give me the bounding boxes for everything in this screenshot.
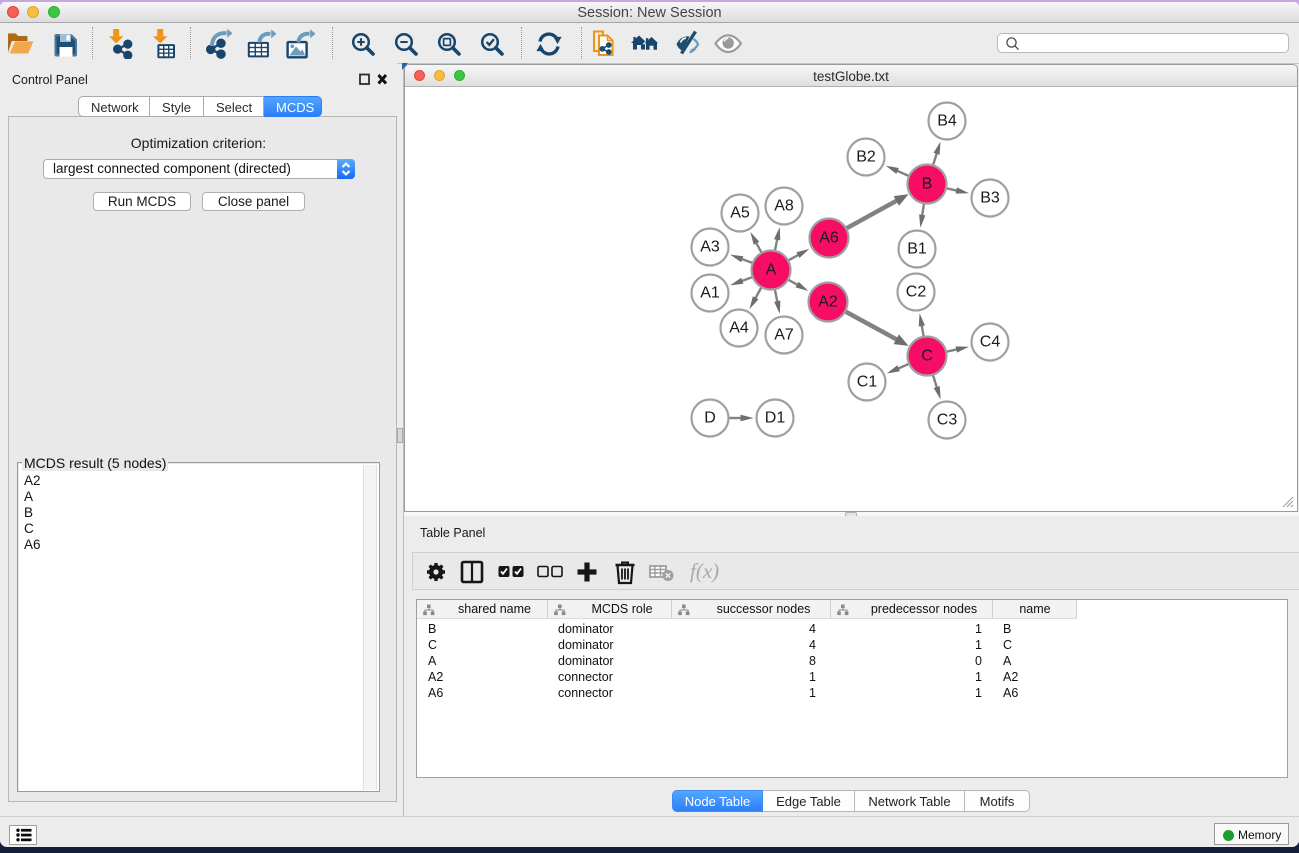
svg-text:A7: A7 bbox=[774, 327, 794, 344]
svg-text:D1: D1 bbox=[765, 410, 786, 427]
svg-text:C3: C3 bbox=[937, 412, 958, 429]
svg-text:A8: A8 bbox=[774, 198, 794, 215]
svg-text:C4: C4 bbox=[980, 334, 1001, 351]
svg-text:A1: A1 bbox=[700, 285, 720, 302]
svg-text:B: B bbox=[922, 176, 933, 193]
svg-text:D: D bbox=[704, 410, 716, 427]
svg-text:A: A bbox=[766, 262, 777, 279]
svg-text:B4: B4 bbox=[937, 113, 957, 130]
svg-text:B2: B2 bbox=[856, 149, 876, 166]
svg-text:C1: C1 bbox=[857, 374, 878, 391]
svg-text:C2: C2 bbox=[906, 284, 927, 301]
svg-text:C: C bbox=[921, 348, 933, 365]
svg-text:A5: A5 bbox=[730, 205, 750, 222]
svg-text:A2: A2 bbox=[818, 294, 838, 311]
svg-text:B3: B3 bbox=[980, 190, 1000, 207]
svg-text:A4: A4 bbox=[729, 320, 749, 337]
svg-text:A6: A6 bbox=[819, 230, 839, 247]
svg-text:B1: B1 bbox=[907, 241, 927, 258]
svg-text:A3: A3 bbox=[700, 239, 720, 256]
